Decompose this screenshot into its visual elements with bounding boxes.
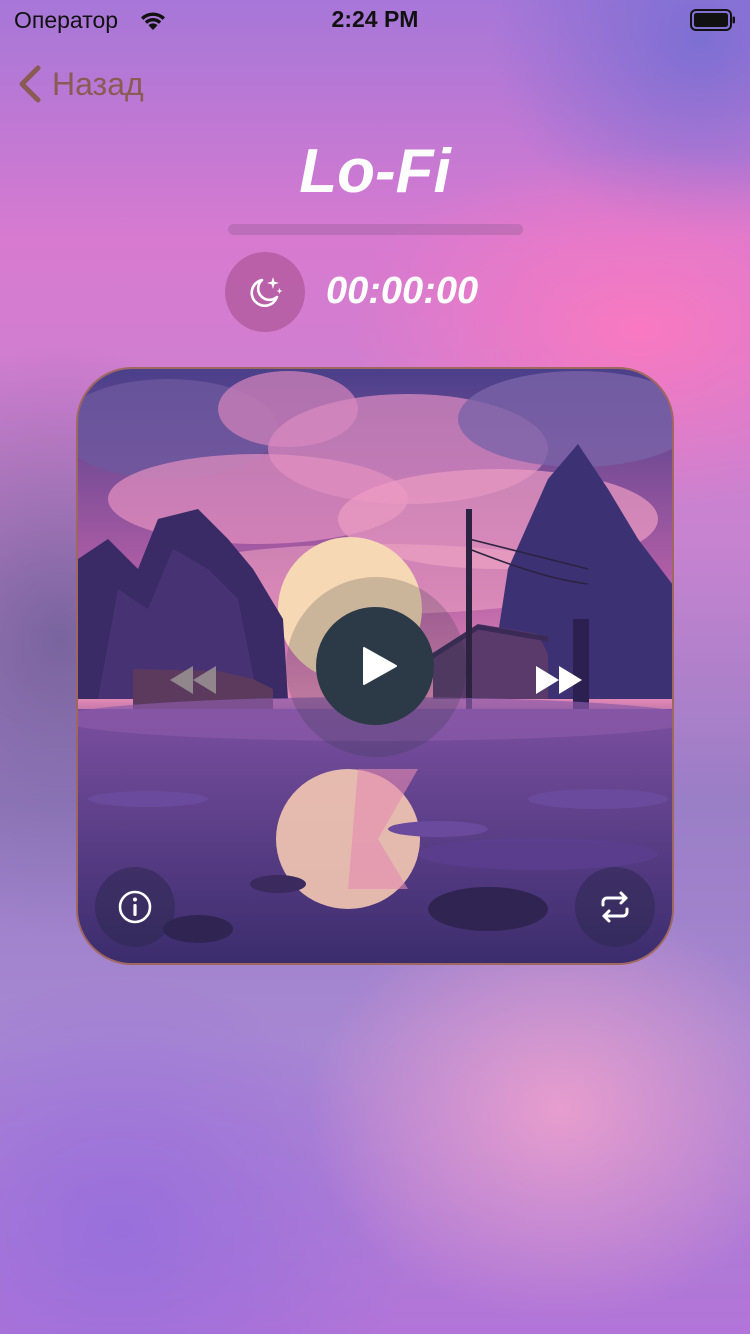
track-title: Lo-Fi [299,137,451,206]
battery-icon [690,9,735,31]
fast-forward-icon[interactable] [532,662,586,698]
back-label: Назад [52,65,144,102]
info-icon [118,890,152,924]
sleep-timer-value: 00:00:00 [326,270,479,312]
play-button[interactable] [316,607,434,725]
repeat-button[interactable] [575,867,655,947]
repeat-icon [601,891,629,923]
rewind-icon[interactable] [166,662,220,698]
play-icon [363,647,397,685]
status-time: 2:24 PM [331,6,419,32]
back-button[interactable]: Назад [16,62,144,106]
info-button[interactable] [95,867,175,947]
moon-stars-icon [250,277,283,307]
chevron-left-icon [19,65,41,103]
status-bar: Оператор 2:24 PM [0,0,750,40]
title-divider [228,224,523,235]
sleep-timer-button[interactable] [225,252,305,332]
